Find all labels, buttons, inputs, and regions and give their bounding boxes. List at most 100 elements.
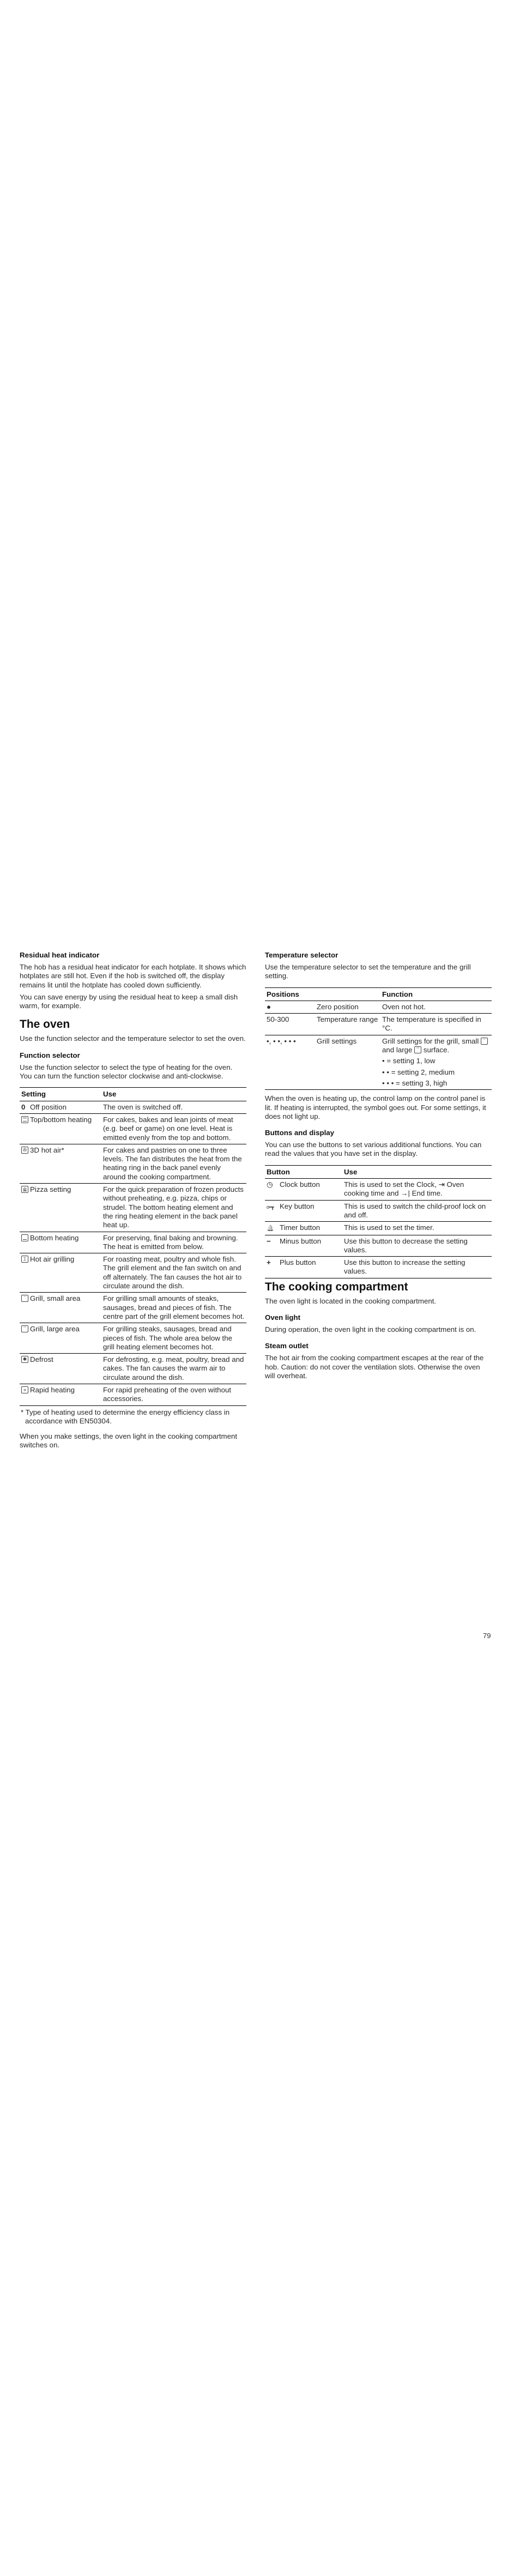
residual-heat-paragraph-2: You can save energy by using the residua… xyxy=(20,992,238,1010)
button-use: This is used to set the Clock, ⇥ Oven co… xyxy=(342,1178,492,1201)
pizza-setting-icon: ⊛ xyxy=(21,1186,28,1193)
grill-level-3: • • • = setting 3, high xyxy=(382,1078,448,1087)
button-name: Key button xyxy=(280,1202,315,1210)
col-header-function: Function xyxy=(380,987,492,1001)
position-function: The temperature is specified in °C. xyxy=(380,1013,492,1035)
steam-outlet-text: The hot air from the cooking compartment… xyxy=(265,1354,484,1380)
bottom-heating-icon xyxy=(21,1234,28,1241)
setting-name: Grill, small area xyxy=(30,1294,81,1303)
table-row: + Plus button Use this button to increase… xyxy=(265,1256,492,1278)
clock-icon: ◷ xyxy=(267,1180,273,1189)
hot-air-grilling-icon: ᛯ xyxy=(21,1256,28,1263)
table-row: 50-300 Temperature range The temperature… xyxy=(265,1013,492,1035)
setting-use: For rapid preheating of the oven without… xyxy=(101,1384,246,1406)
table-row: 0 Off position The oven is switched off. xyxy=(20,1101,246,1114)
grill-large-area-icon: ᵕᵕ xyxy=(414,1046,422,1054)
left-column: Residual heat indicator The hob has a re… xyxy=(20,951,246,1453)
col-header-use: Use xyxy=(342,1165,492,1179)
setting-name: Off position xyxy=(30,1102,67,1111)
off-position-icon: 0 xyxy=(21,1102,26,1111)
zero-position-icon: ● xyxy=(265,1001,315,1014)
setting-use: For cakes and pastries on one to three l… xyxy=(101,1144,246,1184)
setting-use: The oven is switched off. xyxy=(101,1101,246,1114)
button-use: Use this button to decrease the setting … xyxy=(342,1235,492,1257)
col-header-use: Use xyxy=(101,1087,246,1101)
col-header-button: Button xyxy=(265,1165,342,1179)
setting-name: Rapid heating xyxy=(30,1385,75,1394)
button-name: Timer button xyxy=(280,1223,321,1232)
buttons-display-heading: Buttons and display xyxy=(265,1129,335,1137)
table-row: » Rapid heating For rapid preheating of t… xyxy=(20,1384,246,1406)
setting-use: For cakes, bakes and lean joints of meat… xyxy=(101,1113,246,1144)
page-number: 79 xyxy=(483,1632,491,1640)
cooking-compartment-heading: The cooking compartment xyxy=(265,1280,408,1293)
buttons-table: Button Use ◷ Clock button This is used to… xyxy=(265,1165,492,1278)
function-settings-table: Setting Use 0 Off position The oven is sw… xyxy=(20,1087,246,1406)
setting-name: Top/bottom heating xyxy=(30,1115,92,1124)
defrost-icon: ✱ xyxy=(21,1356,28,1363)
setting-use: For the quick preparation of frozen prod… xyxy=(101,1183,246,1232)
table-row: 🔔 Timer button This is used to set the ti… xyxy=(265,1221,492,1235)
table-row: ✱ Defrost For defrosting, e.g. meat, poul… xyxy=(20,1353,246,1384)
key-icon: o━┳ xyxy=(267,1204,274,1210)
setting-name: Grill, large area xyxy=(30,1325,80,1334)
grill-dots-icon: •, • •, • • • xyxy=(265,1035,315,1090)
setting-name: Hot air grilling xyxy=(30,1255,75,1264)
oven-heading: The oven xyxy=(20,1018,70,1031)
function-selector-paragraph-2: You can turn the function selector clock… xyxy=(20,1072,223,1081)
grill-level-1: • = setting 1, low xyxy=(382,1057,436,1065)
position-name: Grill settings xyxy=(315,1035,380,1090)
rapid-heating-icon: » xyxy=(21,1386,28,1393)
setting-name: Pizza setting xyxy=(30,1185,71,1194)
position-name: Temperature range xyxy=(315,1013,380,1035)
function-selector-heading: Function selector xyxy=(20,1051,80,1059)
position-name: Zero position xyxy=(315,1001,380,1014)
position-value: 50-300 xyxy=(265,1013,315,1035)
col-header-positions: Positions xyxy=(265,987,380,1001)
oven-light-heading: Oven light xyxy=(265,1313,301,1322)
temperature-positions-table: Positions Function ● Zero position Oven … xyxy=(265,987,492,1090)
function-selector-paragraph-1: Use the function selector to select the … xyxy=(20,1063,233,1071)
residual-heat-paragraph-1: The hob has a residual heat indicator fo… xyxy=(20,963,246,989)
button-use: Use this button to increase the setting … xyxy=(342,1256,492,1278)
table-row: ᵕᵕ Grill, large area For grilling steaks,… xyxy=(20,1323,246,1354)
oven-light-note: When you make settings, the oven light i… xyxy=(20,1432,238,1450)
table-row: Top/bottom heating For cakes, bakes and … xyxy=(20,1113,246,1144)
position-function: Grill settings for the grill, small ᵕ an… xyxy=(380,1035,492,1090)
table-row: − Minus button Use this button to decreas… xyxy=(265,1235,492,1257)
table-row: ⊛ Pizza setting For the quick preparation… xyxy=(20,1183,246,1232)
setting-name: Defrost xyxy=(30,1355,53,1364)
grill-small-area-icon: ᵕ xyxy=(21,1295,28,1302)
table-row: Bottom heating For preserving, final bak… xyxy=(20,1232,246,1254)
temperature-selector-heading: Temperature selector xyxy=(265,951,338,959)
cooking-compartment-intro: The oven light is located in the cooking… xyxy=(265,1296,437,1305)
table-row: ✇ 3D hot air* For cakes and pastries on o… xyxy=(20,1144,246,1184)
steam-outlet-heading: Steam outlet xyxy=(265,1342,309,1350)
button-use: This is used to set the timer. xyxy=(342,1221,492,1235)
button-name: Clock button xyxy=(280,1180,320,1189)
setting-use: For preserving, final baking and brownin… xyxy=(101,1232,246,1254)
timer-bell-icon: 🔔 xyxy=(267,1225,274,1232)
setting-name: 3D hot air* xyxy=(30,1145,64,1154)
grill-level-2: • • = setting 2, medium xyxy=(382,1068,455,1076)
setting-use: For grilling small amounts of steaks, sa… xyxy=(101,1292,246,1324)
position-function: Oven not hot. xyxy=(380,1001,492,1014)
setting-use: For defrosting, e.g. meat, poultry, brea… xyxy=(101,1353,246,1384)
button-use: This is used to switch the child-proof l… xyxy=(342,1200,492,1222)
oven-light-text: During operation, the oven light in the … xyxy=(265,1325,476,1334)
control-lamp-note: When the oven is heating up, the control… xyxy=(265,1094,486,1120)
buttons-display-intro: You can use the buttons to set various a… xyxy=(265,1141,482,1158)
temperature-selector-intro: Use the temperature selector to set the … xyxy=(265,963,471,980)
residual-heat-heading: Residual heat indicator xyxy=(20,951,100,959)
setting-use: For roasting meat, poultry and whole fis… xyxy=(101,1253,246,1293)
oven-intro: Use the function selector and the temper… xyxy=(20,1034,246,1043)
3d-hot-air-icon: ✇ xyxy=(21,1146,28,1154)
table-row: ◷ Clock button This is used to set the Cl… xyxy=(265,1178,492,1201)
minus-icon: − xyxy=(267,1237,271,1245)
table-row: ● Zero position Oven not hot. xyxy=(265,1001,492,1014)
setting-name: Bottom heating xyxy=(30,1233,79,1242)
table-row: ᵕ Grill, small area For grilling small am… xyxy=(20,1292,246,1324)
button-name: Minus button xyxy=(280,1237,322,1245)
table-row: •, • •, • • • Grill settings Grill setti… xyxy=(265,1035,492,1090)
plus-icon: + xyxy=(267,1258,271,1267)
